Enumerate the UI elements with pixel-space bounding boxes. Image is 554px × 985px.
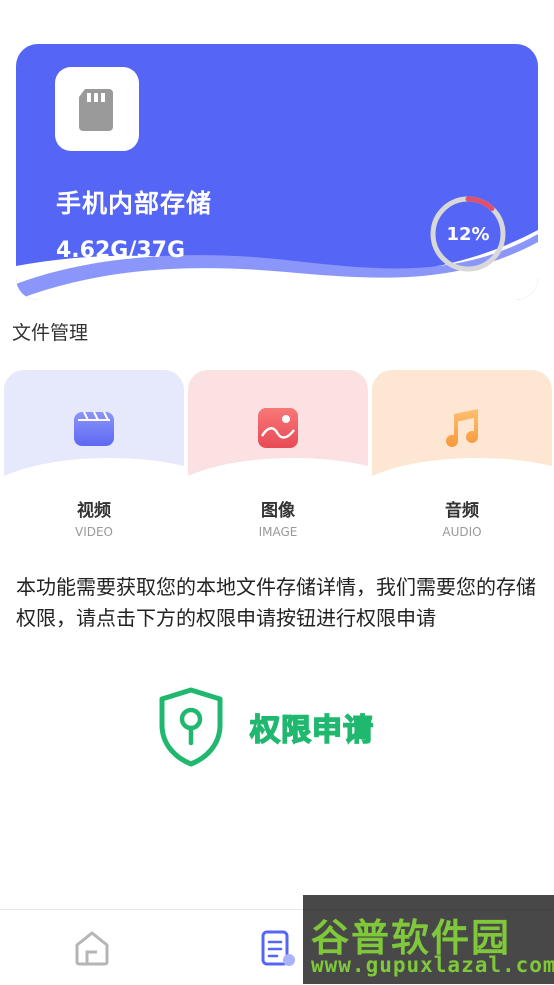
image-icon <box>258 408 298 448</box>
tab-files[interactable] <box>258 928 298 968</box>
category-audio-sub: AUDIO <box>442 525 482 539</box>
watermark: 谷普软件园 www.gupuxlazal.com <box>303 895 554 984</box>
permission-request-button[interactable]: 权限申请 <box>158 684 408 770</box>
category-audio-label: 音频 <box>445 501 479 521</box>
permission-request-label: 权限申请 <box>249 712 374 749</box>
tab-home[interactable] <box>72 928 112 968</box>
shield-key-icon <box>159 687 223 767</box>
watermark-url: www.gupuxlazal.com <box>311 953 554 977</box>
document-icon <box>261 930 295 966</box>
home-icon <box>75 931 109 966</box>
category-video[interactable]: 视频 VIDEO <box>4 370 184 550</box>
section-title: 文件管理 <box>12 322 89 344</box>
storage-card[interactable]: 手机内部存储 4.62G/37G 12% <box>16 44 538 300</box>
video-icon <box>74 411 114 446</box>
category-audio[interactable]: 音频 AUDIO <box>372 370 552 550</box>
storage-title: 手机内部存储 <box>56 189 213 218</box>
audio-icon <box>446 409 478 447</box>
category-image-sub: IMAGE <box>258 525 298 539</box>
category-video-sub: VIDEO <box>74 525 113 539</box>
sd-card-icon <box>55 67 139 151</box>
category-image[interactable]: 图像 IMAGE <box>188 370 368 550</box>
storage-percent: 12% <box>446 223 490 245</box>
category-image-label: 图像 <box>261 501 295 521</box>
category-video-label: 视频 <box>77 501 111 521</box>
storage-size: 4.62G/37G <box>56 238 186 263</box>
permission-notice: 本功能需要获取您的本地文件存储详情，我们需要您的存储权限，请点击下方的权限申请按… <box>16 575 536 630</box>
